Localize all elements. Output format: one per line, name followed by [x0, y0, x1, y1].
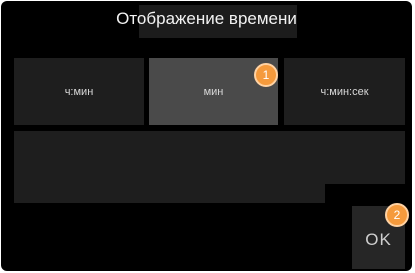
option-label: ч:мин:сек	[320, 85, 369, 98]
ok-label: OK	[365, 230, 392, 249]
option-h-min[interactable]: ч:мин	[14, 58, 144, 125]
option-label: ч:мин	[64, 85, 94, 98]
option-label: мин	[203, 85, 224, 98]
screen: Отображение времени ч:мин мин ч:мин:сек …	[0, 0, 415, 273]
time-format-dialog: Отображение времени ч:мин мин ч:мин:сек …	[1, 1, 412, 271]
content-notch	[325, 184, 405, 203]
option-h-min-sec[interactable]: ч:мин:сек	[284, 58, 405, 125]
callout-marker-2: 2	[385, 203, 409, 227]
callout-marker-1: 1	[254, 63, 278, 87]
dialog-title: Отображение времени	[116, 9, 297, 28]
